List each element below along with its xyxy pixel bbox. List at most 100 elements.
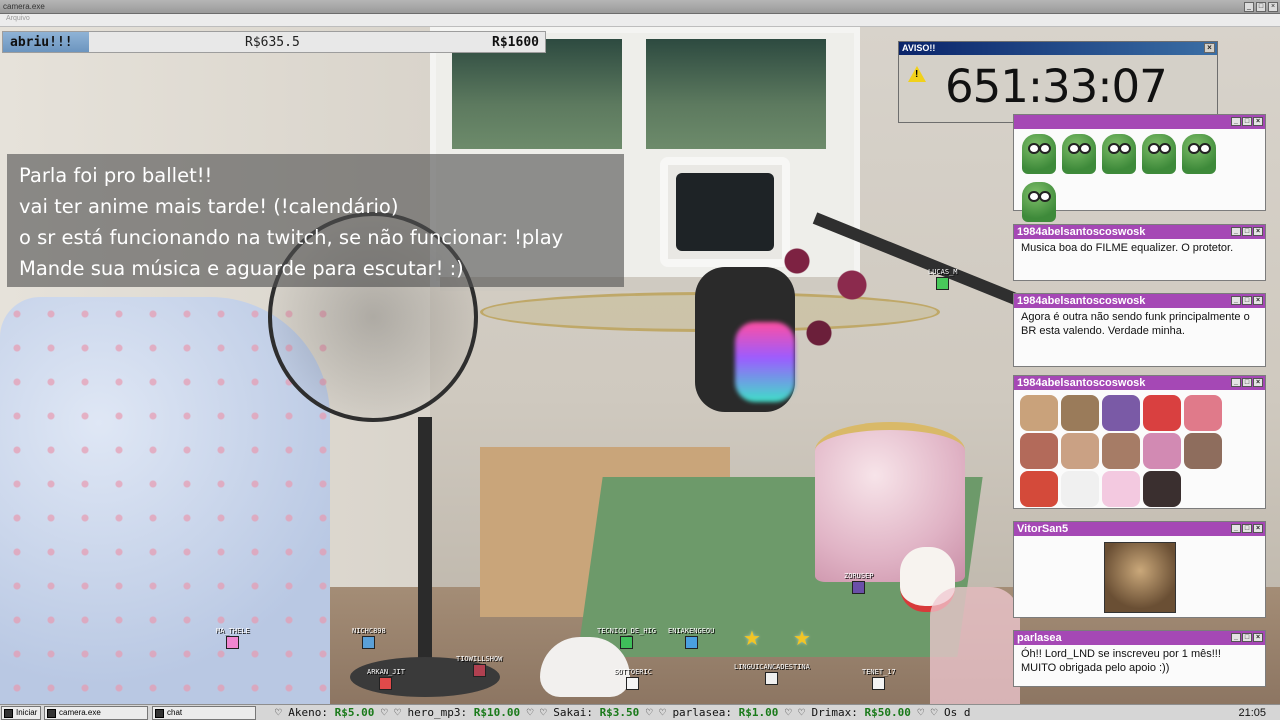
- ticker-name: Sakai:: [553, 706, 600, 719]
- ticker-name: Drimax:: [811, 706, 865, 719]
- chat-message-emotes: _ □ ×: [1013, 114, 1266, 222]
- sticker-emote: [1143, 395, 1181, 431]
- ticker-item: ♡ parlasea: R$1.00 ♡: [659, 706, 799, 719]
- chat-message-stickers: 1984abelsantoscoswosk _ □ ×: [1013, 375, 1266, 509]
- window-icon: [155, 709, 164, 718]
- window-titlebar[interactable]: camera.exe _ □ ×: [0, 0, 1280, 14]
- fan-pole: [418, 417, 432, 687]
- minimize-icon[interactable]: _: [1231, 296, 1241, 305]
- star-icon: ★: [743, 628, 761, 650]
- minimize-icon[interactable]: _: [1231, 378, 1241, 387]
- chat-username: 1984abelsantoscoswosk: [1017, 377, 1146, 389]
- ticker-amount: R$5.00: [334, 706, 375, 719]
- viewer-sprite[interactable]: TIOWILLSHOW: [456, 655, 502, 677]
- chat-username: VitorSan5: [1017, 523, 1069, 535]
- ticker-item: ♡ Sakai: R$3.50 ♡: [539, 706, 660, 719]
- goal-target: R$1600: [492, 35, 539, 50]
- ticker-name: Os d: [944, 706, 971, 719]
- sticker-emote: [1102, 395, 1140, 431]
- donation-ticker: ♡ Akeno: R$5.00 ♡ ♡ hero_mp3: R$10.00 ♡ …: [275, 705, 1205, 720]
- chat-message-alert: parlasea _ □ × Óh!! Lord_LND se inscreveu …: [1013, 630, 1266, 687]
- chat-username: 1984abelsantoscoswosk: [1017, 295, 1146, 307]
- viewer-sprite[interactable]: ZORUSEP: [844, 572, 874, 594]
- window-title: camera.exe: [3, 2, 45, 11]
- ticker-name: Akeno:: [288, 706, 335, 719]
- maximize-icon[interactable]: □: [1256, 2, 1266, 12]
- maximize-icon[interactable]: □: [1242, 227, 1252, 236]
- timer-titlebar[interactable]: AVISO!! ×: [899, 42, 1217, 55]
- ticker-item: ♡ Os d: [931, 706, 971, 719]
- info-overlay: Parla foi pro ballet!! vai ter anime mai…: [7, 154, 624, 287]
- timer-window: AVISO!! × 651:33:07: [898, 41, 1218, 123]
- viewer-sprite[interactable]: MA_THELE: [216, 627, 250, 649]
- chat-message: 1984abelsantoscoswosk _ □ × Agora é outra …: [1013, 293, 1266, 367]
- frog-emote: [1022, 134, 1056, 174]
- heart-icon: ♡: [539, 706, 554, 719]
- ticker-item: ♡ Drimax: R$50.00 ♡: [798, 706, 931, 719]
- viewer-sprite[interactable]: NICHC898: [352, 627, 386, 649]
- window-icon: [47, 709, 56, 718]
- ticker-amount: R$1.00: [738, 706, 779, 719]
- close-icon[interactable]: ×: [1268, 2, 1278, 12]
- frog-emote: [1062, 134, 1096, 174]
- viewer-sprite[interactable]: ENIAKENGEOU: [668, 627, 714, 649]
- start-icon: [4, 709, 13, 718]
- sticker-emote: [1020, 433, 1058, 469]
- retro-tv: [660, 157, 790, 267]
- maximize-icon[interactable]: □: [1242, 524, 1252, 533]
- sticker-emote: [1143, 433, 1181, 469]
- maximize-icon[interactable]: □: [1242, 117, 1252, 126]
- close-icon[interactable]: ×: [1253, 227, 1263, 236]
- ticker-amount: R$3.50: [599, 706, 640, 719]
- viewer-sprite[interactable]: SOTTOERIC: [614, 668, 652, 690]
- ticker-amount: R$50.00: [864, 706, 911, 719]
- viewer-sprite[interactable]: LUCAS_M: [928, 268, 958, 290]
- star-icon: ★: [793, 628, 811, 650]
- close-icon[interactable]: ×: [1253, 633, 1263, 642]
- close-icon[interactable]: ×: [1253, 378, 1263, 387]
- minimize-icon[interactable]: _: [1244, 2, 1254, 12]
- maximize-icon[interactable]: □: [1242, 378, 1252, 387]
- heart-icon: ♡: [659, 706, 673, 719]
- minimize-icon[interactable]: _: [1231, 117, 1241, 126]
- chat-message: 1984abelsantoscoswosk _ □ × Musica boa do …: [1013, 224, 1266, 281]
- info-line: Mande sua música e aguarde para escutar!…: [19, 257, 464, 280]
- water-bottle: [930, 587, 1020, 704]
- minimize-icon[interactable]: _: [1231, 227, 1241, 236]
- donation-goal-bar: abriu!!! R$635.5 R$1600: [2, 31, 546, 53]
- viewer-sprite[interactable]: TECNICO_DE_HIG: [597, 627, 656, 649]
- start-button[interactable]: Iniciar: [1, 706, 41, 720]
- heart-icon: ♡: [798, 706, 812, 719]
- close-icon[interactable]: ×: [1253, 524, 1263, 533]
- viewer-sprite[interactable]: ARKAN_JIT: [367, 668, 405, 690]
- chat-message-video: VitorSan5 _ □ ×: [1013, 521, 1266, 618]
- minimize-icon[interactable]: _: [1231, 633, 1241, 642]
- goal-label: abriu!!!: [10, 35, 73, 50]
- maximize-icon[interactable]: □: [1242, 296, 1252, 305]
- close-icon[interactable]: ×: [1253, 296, 1263, 305]
- viewer-sprite[interactable]: LINGUICANCADESTINA: [734, 663, 810, 685]
- video-thumbnail[interactable]: [1103, 542, 1176, 613]
- sticker-emote: [1102, 471, 1140, 507]
- ticker-item: ♡ hero_mp3: R$10.00 ♡: [394, 706, 540, 719]
- chat-username: 1984abelsantoscoswosk: [1017, 226, 1146, 238]
- close-icon[interactable]: ×: [1204, 43, 1215, 53]
- viewer-sprite[interactable]: TENET_17: [862, 668, 896, 690]
- taskbar-button-chat[interactable]: chat: [152, 706, 256, 720]
- flowers: [775, 237, 885, 357]
- close-icon[interactable]: ×: [1253, 117, 1263, 126]
- sticker-emote: [1184, 395, 1222, 431]
- sticker-emote: [1061, 471, 1099, 507]
- chat-text: Musica boa do FILME equalizer. O proteto…: [1021, 242, 1234, 254]
- maximize-icon[interactable]: □: [1242, 633, 1252, 642]
- menu-file[interactable]: Arquivo: [6, 15, 30, 22]
- minimize-icon[interactable]: _: [1231, 524, 1241, 533]
- frog-emote: [1142, 134, 1176, 174]
- taskbar-button-camera[interactable]: camera.exe: [44, 706, 148, 720]
- timer-value: 651:33:07: [945, 60, 1168, 113]
- stream-screen: camera.exe _ □ × Arquivo abriu!!! R$635.…: [0, 0, 1280, 720]
- info-line: o sr está funcionando na twitch, se não …: [19, 226, 564, 249]
- menu-bar: Arquivo: [0, 14, 1280, 27]
- warning-icon: [908, 66, 926, 82]
- sticker-emote: [1061, 395, 1099, 431]
